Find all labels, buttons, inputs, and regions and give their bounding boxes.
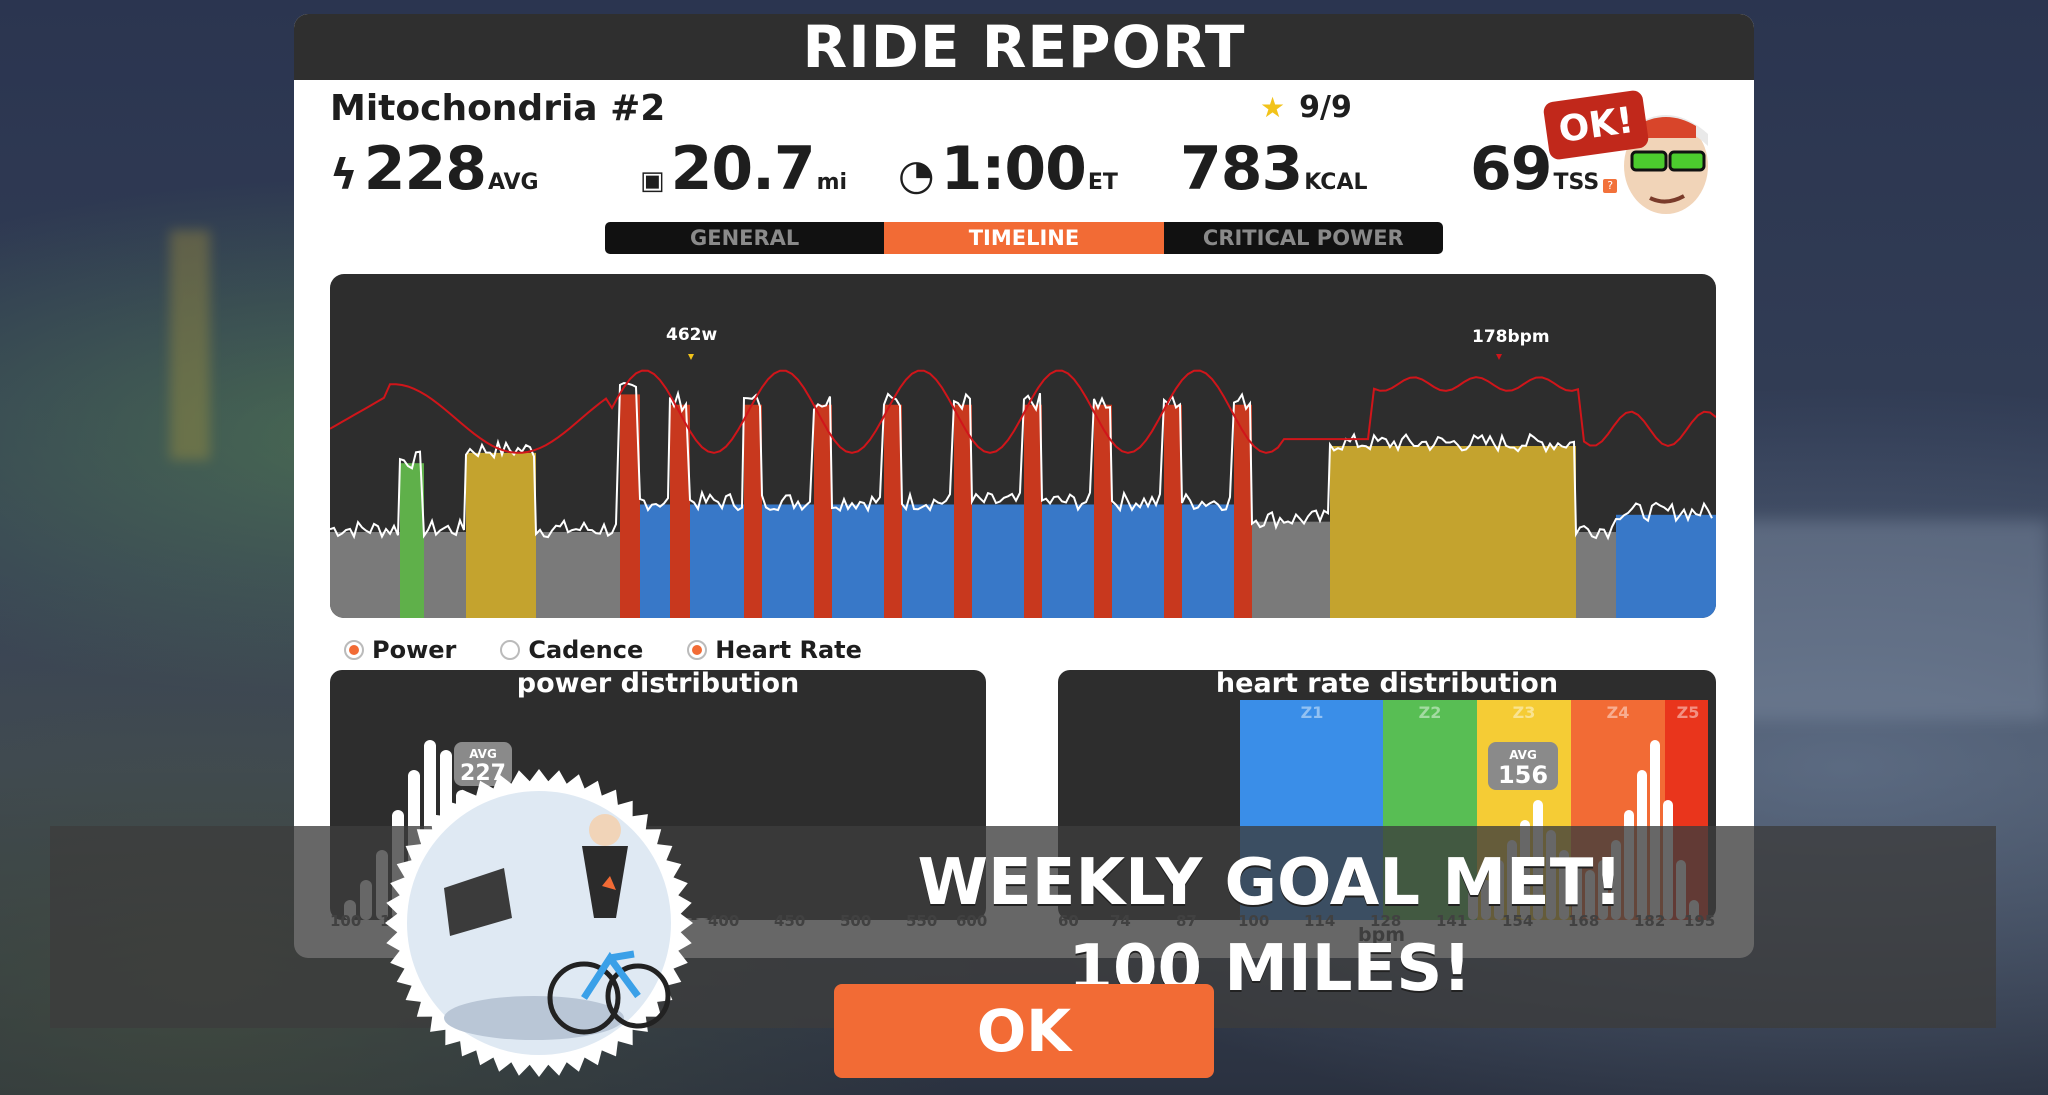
lightning-icon: ϟ [330,150,358,199]
tss-value: 69 [1470,134,1552,204]
power-segment-blue [832,504,884,618]
zone-z3-label: Z3 [1513,703,1536,722]
cadence-toggle-icon [500,640,521,660]
legend-power[interactable]: Power [344,636,456,664]
power-segment-gray [1576,532,1616,618]
clock-icon: ◔ [898,150,935,199]
legend-cadence[interactable]: Cadence [500,636,643,664]
power-segment-blue [902,504,954,618]
legend-cadence-label: Cadence [528,636,644,664]
timeline-legend: Power Cadence Heart Rate [344,636,862,664]
time-value: 1:00 [940,134,1087,204]
power-segment-blue [972,504,1024,618]
tab-timeline[interactable]: TIMELINE [884,222,1164,254]
power-avg-label: AVG [469,747,497,761]
power-segment-gray [424,532,466,618]
zone-z2-label: Z2 [1419,703,1442,722]
zone-z1-label: Z1 [1301,703,1324,722]
title-bar: RIDE REPORT [294,14,1754,81]
power-segment-gray [1252,521,1330,618]
power-peak-label: 462w [666,325,717,345]
power-segment-blue [1042,504,1094,618]
power-segment-blue [640,504,670,618]
power-segment-blue [1112,504,1164,618]
power-segment-red [814,404,832,618]
goal-line-1: WEEKLY GOAL MET! [917,846,1623,920]
tab-critical-power[interactable]: CRITICAL POWER [1164,222,1443,254]
coach-avatar: OK! [1542,86,1726,226]
legend-power-label: Power [372,636,457,664]
power-segment-yellow [466,452,536,618]
hr-avg-value: 156 [1498,761,1548,789]
power-segment-blue [762,504,814,618]
avg-power-stat: ϟ 228 AVG [330,134,539,204]
distance-stat: ▣ 20.7 mi [640,134,847,204]
timeline-svg: 462w 178bpm [330,325,1716,618]
power-segment-blue [1182,504,1234,618]
power-segment-blue [1616,514,1716,618]
avg-power-unit: AVG [487,170,539,195]
power-toggle-icon [344,640,364,660]
background-blur-tower [170,230,210,460]
calories-unit: KCAL [1304,170,1368,195]
calories-stat: 783 KCAL [1180,134,1368,204]
report-tabs: GENERAL TIMELINE CRITICAL POWER [605,222,1443,254]
cyclist-head-icon [589,814,621,846]
power-segment-blue [690,504,744,618]
power-segment-yellow [1330,446,1576,618]
distance-unit: mi [816,170,848,195]
power-segment-gray [330,532,400,618]
heart-rate-toggle-icon [687,640,708,660]
tab-general[interactable]: GENERAL [605,222,884,254]
workout-name: Mitochondria #2 [330,88,666,129]
time-stat: ◔ 1:00 ET [898,134,1118,204]
ok-button[interactable]: OK [834,984,1214,1078]
hr-peak-label: 178bpm [1472,327,1550,347]
hr-avg-label: AVG [1509,748,1537,762]
legend-heart-rate[interactable]: Heart Rate [687,636,862,664]
power-distribution-title: power distribution [516,670,800,699]
badge-shadow [444,996,624,1040]
power-segment-red [1234,404,1252,618]
power-segment-red [744,404,762,618]
page-title: RIDE REPORT [802,14,1246,81]
goal-badge-icon [385,769,693,1077]
hr-distribution-title: heart rate distribution [1215,670,1559,699]
power-segment-gray [536,532,620,618]
legend-hr-label: Heart Rate [715,636,862,664]
workout-stars: ★ 9/9 [1260,90,1352,125]
power-segment-red [1024,404,1042,618]
hr-peak-marker [1496,354,1502,360]
zone-z4-label: Z4 [1607,703,1630,722]
calories-value: 783 [1180,134,1303,204]
distance-value: 20.7 [670,134,816,204]
timeline-chart[interactable]: 462w 178bpm [330,274,1716,618]
time-unit: ET [1087,170,1118,195]
power-segment-red [884,404,902,618]
power-peak-marker [688,354,694,360]
power-segment-red [1164,404,1182,618]
star-icon: ★ [1260,91,1286,124]
stars-count: 9/9 [1299,90,1352,125]
power-segment-green [400,463,424,618]
odometer-icon: ▣ [640,166,665,196]
zone-z5-label: Z5 [1677,703,1700,722]
avg-power-value: 228 [363,134,487,204]
background-blur-roof [1718,520,2048,720]
